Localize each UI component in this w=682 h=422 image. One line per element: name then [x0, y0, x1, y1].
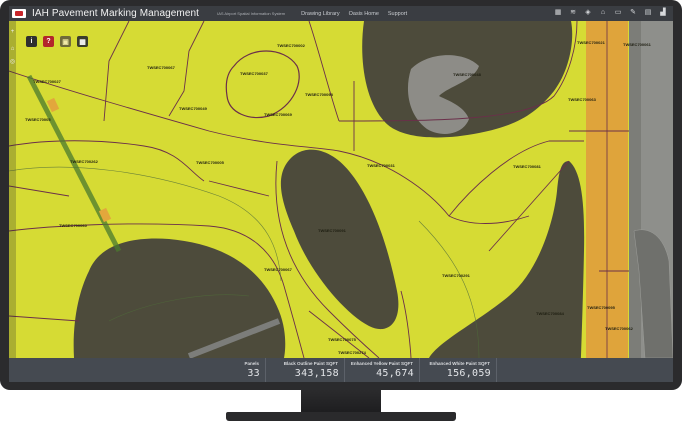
app-window: IAH Pavement Marking Management IAS Airp…	[9, 6, 673, 382]
table-icon[interactable]: ▦	[77, 36, 88, 47]
section-label: TWSEC700061	[623, 42, 652, 47]
section-label: TWSEC700027	[33, 79, 62, 84]
nav-support[interactable]: Support	[388, 11, 407, 17]
toolbar: ▦ ≋ ◈ ⌂ ▭ ✎ ▤ ▟	[554, 8, 667, 17]
section-label: TWSEC700262	[70, 159, 99, 164]
nav-drawing-library[interactable]: Drawing Library	[301, 11, 340, 17]
section-label: TWSEC70005	[25, 117, 51, 122]
section-label: TWSEC700021	[577, 40, 606, 45]
draw-icon[interactable]: ✎	[629, 8, 637, 17]
basemap-icon[interactable]: ◈	[584, 8, 592, 17]
section-label: TWSEC700067	[264, 267, 293, 272]
stat-label: Enhanced Yellow Paint SQFT	[350, 361, 413, 366]
monitor-base	[226, 412, 456, 421]
section-label: TWSEC700098	[305, 92, 334, 97]
section-label: TWSEC700062	[605, 326, 634, 331]
section-label: TWSEC700291	[442, 273, 471, 278]
nav-oasis-home[interactable]: Oasis Home	[349, 11, 379, 17]
section-label: TWSEC700002	[277, 43, 306, 48]
legend-icon[interactable]: ▣	[60, 36, 71, 47]
stat-value: 343,158	[294, 368, 339, 379]
stat-label: Black Outline Paint SQFT	[283, 361, 338, 366]
stat-value: 45,674	[376, 368, 414, 379]
print-icon[interactable]: ▤	[644, 8, 652, 17]
map-view[interactable]: TWSEC700027 TWSEC70005 TWSEC700067 TWSEC…	[9, 21, 673, 358]
section-label: TWSEC700005	[196, 160, 225, 165]
grid-icon[interactable]: ▦	[554, 8, 562, 17]
stat-panels: Panels 33	[9, 358, 266, 382]
section-label: TWSEC700031	[367, 163, 396, 168]
airport-logo	[12, 9, 26, 18]
section-label: TWSEC700063	[568, 97, 597, 102]
locate-icon[interactable]: ◎	[9, 59, 16, 66]
section-label: TWSEC700049	[179, 106, 208, 111]
app-title: IAH Pavement Marking Management	[32, 8, 200, 19]
stat-enhanced-white: Enhanced White Paint SQFT 156,059	[419, 358, 497, 382]
measure-icon[interactable]: ▭	[614, 8, 622, 17]
monitor-bezel: IAH Pavement Marking Management IAS Airp…	[0, 0, 682, 390]
title-bar: IAH Pavement Marking Management IAS Airp…	[9, 6, 673, 21]
stat-value: 33	[247, 368, 260, 379]
section-label: TWSEC700091	[318, 228, 347, 233]
stat-label: Enhanced White Paint SQFT	[429, 361, 490, 366]
stat-black-outline: Black Outline Paint SQFT 343,158	[265, 358, 345, 382]
map-nav-rail: + ⌂ ◎	[9, 21, 16, 358]
section-label: TWSEC700067	[147, 65, 176, 70]
map-widgets: i ? ▣ ▦	[26, 36, 88, 47]
section-label: TWSEC700037	[240, 71, 269, 76]
stat-value: 156,059	[446, 368, 491, 379]
help-icon[interactable]: ?	[43, 36, 54, 47]
stat-enhanced-yellow: Enhanced Yellow Paint SQFT 45,674	[344, 358, 420, 382]
chart-icon[interactable]: ▟	[659, 8, 667, 17]
section-label: TWSEC700048	[453, 72, 482, 77]
section-label: TWSEC700069	[264, 112, 293, 117]
section-label: TWSEC700084	[536, 311, 565, 316]
section-label: TWSEC700075	[328, 337, 357, 342]
section-label: TWSEC700274	[338, 350, 367, 355]
layers-icon[interactable]: ≋	[569, 8, 577, 17]
info-icon[interactable]: i	[26, 36, 37, 47]
bookmark-icon[interactable]: ⌂	[599, 8, 607, 17]
section-label: TWSEC700060	[59, 223, 88, 228]
zoom-in-icon[interactable]: +	[9, 29, 16, 36]
section-label: TWSEC700095	[587, 305, 616, 310]
stat-label: Panels	[244, 361, 259, 366]
app-subtitle: IAS Airport Spatial Information System	[217, 11, 286, 16]
section-label: TWSEC700081	[513, 164, 542, 169]
home-icon[interactable]: ⌂	[9, 46, 16, 53]
stats-bar: Panels 33 Black Outline Paint SQFT 343,1…	[9, 358, 673, 382]
